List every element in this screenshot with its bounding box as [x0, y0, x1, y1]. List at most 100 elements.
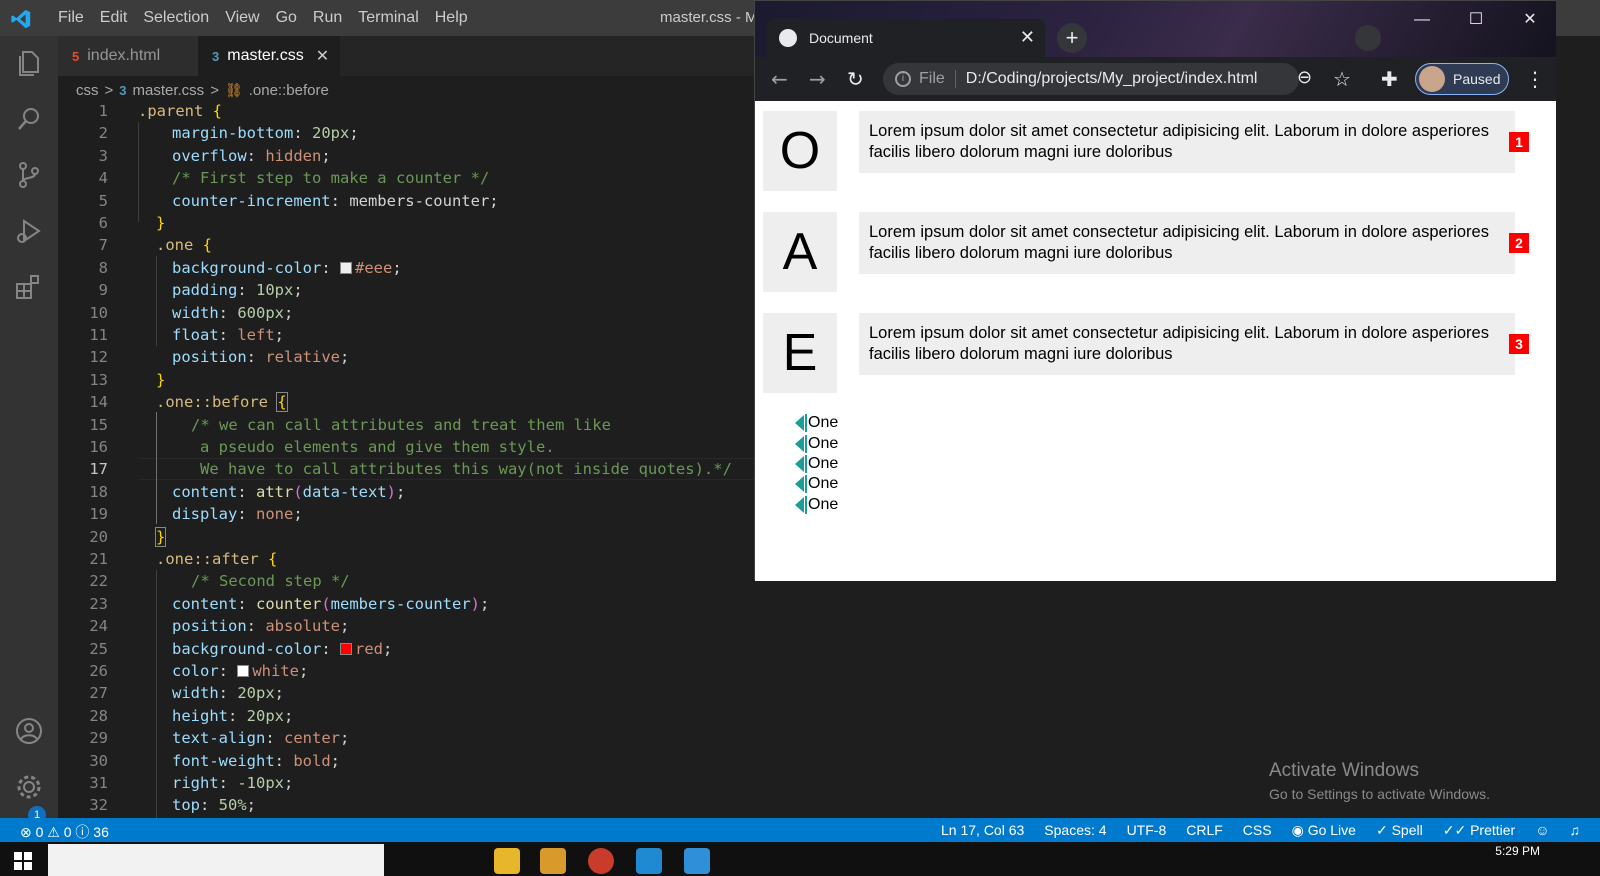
gear-icon[interactable]	[14, 772, 44, 802]
explorer-icon[interactable]	[14, 48, 44, 78]
profile-button[interactable]: Paused	[1415, 63, 1509, 95]
one-row: One	[795, 474, 838, 494]
forward-icon[interactable]: →	[809, 67, 826, 91]
maximize-button[interactable]: ☐	[1449, 1, 1503, 39]
breadcrumb-separator: >	[104, 81, 114, 99]
prettier-button[interactable]: ✓✓ Prettier	[1443, 822, 1515, 839]
menubar: File Edit Selection View Go Run Terminal…	[50, 0, 476, 36]
chevron-down-icon[interactable]	[1355, 25, 1381, 51]
zoom-icon[interactable]: ⊖	[1297, 67, 1312, 88]
indentation[interactable]: Spaces: 4	[1044, 822, 1106, 839]
breadcrumb-symbol[interactable]: .one::before	[249, 82, 329, 99]
menu-help[interactable]: Help	[427, 9, 476, 27]
line-number: 30	[89, 751, 108, 770]
menu-selection[interactable]: Selection	[135, 9, 217, 27]
vscode-taskbar-icon[interactable]	[636, 848, 662, 874]
activate-windows-watermark: Activate Windows Go to Settings to activ…	[1269, 760, 1490, 802]
account-icon[interactable]	[14, 716, 44, 746]
menu-file[interactable]: File	[50, 9, 92, 27]
code-line: top: 50%;	[172, 796, 257, 815]
color-swatch[interactable]	[339, 261, 352, 274]
code-line: position: relative;	[172, 348, 350, 367]
more-menu-icon[interactable]: ⋮	[1525, 67, 1545, 91]
one-row: One	[795, 413, 838, 433]
windows-start-icon[interactable]	[14, 852, 32, 870]
color-swatch[interactable]	[339, 642, 352, 655]
cursor-position[interactable]: Ln 17, Col 63	[941, 822, 1024, 839]
menu-run[interactable]: Run	[305, 9, 350, 27]
address-bar[interactable]: i File D:/Coding/projects/My_project/ind…	[883, 63, 1299, 95]
new-tab-button[interactable]: +	[1057, 23, 1087, 53]
line-number: 18	[89, 482, 108, 501]
star-icon[interactable]: ☆	[1333, 67, 1351, 91]
go-live-button[interactable]: ◉ Go Live	[1292, 822, 1356, 839]
breadcrumb-folder[interactable]: css	[76, 82, 99, 99]
code-comment: a pseudo elements and give them style.	[200, 438, 555, 456]
line-number: 9	[98, 281, 108, 300]
back-icon[interactable]: ←	[771, 67, 788, 91]
taskbar-search-box[interactable]	[48, 844, 384, 876]
editor-scrollbar[interactable]	[1555, 100, 1569, 816]
line-number: 13	[89, 370, 108, 389]
problems-indicator[interactable]: ⊗ 0 ⚠ 0 ⓘ 36	[20, 822, 109, 842]
one-label: One	[808, 414, 839, 432]
menu-go[interactable]: Go	[268, 9, 305, 27]
screen: File Edit Selection View Go Run Terminal…	[0, 0, 1600, 876]
menu-edit[interactable]: Edit	[92, 9, 136, 27]
url-scheme: File	[919, 70, 956, 88]
line-number: 10	[89, 303, 108, 322]
close-icon[interactable]: ✕	[1020, 27, 1035, 48]
tab-index-html[interactable]: 5 index.html	[58, 36, 198, 76]
code-line: .one {	[156, 236, 213, 255]
extensions-icon[interactable]	[14, 272, 44, 302]
code-line: color: white;	[172, 662, 309, 680]
source-control-icon[interactable]	[14, 160, 44, 190]
line-ending[interactable]: CRLF	[1186, 822, 1223, 839]
taskbar-clock[interactable]: 5:29 PM	[1495, 844, 1540, 858]
code-line: background-color: #eee;	[172, 258, 402, 277]
line-number: 29	[89, 729, 108, 748]
breadcrumb-file[interactable]: master.css	[133, 82, 205, 99]
language-mode[interactable]: CSS	[1243, 822, 1272, 839]
code-comment: /* First step to make a counter */	[172, 169, 490, 188]
chrome-icon[interactable]	[588, 848, 614, 874]
encoding[interactable]: UTF-8	[1127, 822, 1167, 839]
close-window-button[interactable]: ✕	[1503, 1, 1557, 39]
line-number: 21	[89, 550, 108, 568]
extensions-puzzle-icon[interactable]: ✚	[1381, 67, 1398, 91]
code-editor[interactable]: 1 .parent { 2 margin-bottom: 20px; 3 overfl…	[58, 100, 768, 820]
info-icon[interactable]: i	[895, 71, 911, 87]
tab-master-css[interactable]: 3 master.css ✕	[198, 36, 340, 76]
item-letter: O	[763, 111, 837, 191]
chrome-toolbar: ← → ↻ i File D:/Coding/projects/My_proje…	[755, 57, 1556, 101]
file-explorer-icon[interactable]	[494, 848, 520, 874]
broadcast-icon: ◉	[1291, 822, 1308, 838]
run-debug-icon[interactable]	[14, 216, 44, 246]
marker-bar	[805, 414, 807, 433]
app-icon[interactable]	[684, 848, 710, 874]
search-icon[interactable]	[14, 104, 44, 134]
code-line: .parent {	[138, 102, 222, 120]
line-number: 6	[98, 214, 108, 232]
symbol-class-icon: ⛓	[224, 81, 243, 98]
menu-terminal[interactable]: Terminal	[350, 9, 426, 27]
code-line: display: none;	[172, 505, 303, 524]
one-label: One	[808, 434, 839, 452]
line-number: 15	[89, 415, 108, 434]
bell-icon[interactable]: ♫	[1570, 822, 1581, 839]
feedback-icon[interactable]: ☺	[1535, 822, 1549, 839]
reload-icon[interactable]: ↻	[847, 67, 864, 91]
counter-badge: 3	[1509, 334, 1529, 354]
chrome-tab-document[interactable]: Document ✕	[767, 19, 1045, 57]
item-letter: A	[763, 212, 837, 292]
avatar	[1419, 66, 1445, 92]
line-number: 7	[98, 236, 108, 255]
app-icon[interactable]	[540, 848, 566, 874]
color-swatch[interactable]	[237, 665, 250, 677]
code-line: }	[156, 214, 166, 232]
close-icon[interactable]: ✕	[316, 46, 329, 66]
menu-view[interactable]: View	[217, 9, 267, 27]
one-label: One	[808, 454, 839, 472]
minimize-button[interactable]: —	[1395, 1, 1449, 39]
spell-button[interactable]: ✓ Spell	[1376, 822, 1423, 839]
